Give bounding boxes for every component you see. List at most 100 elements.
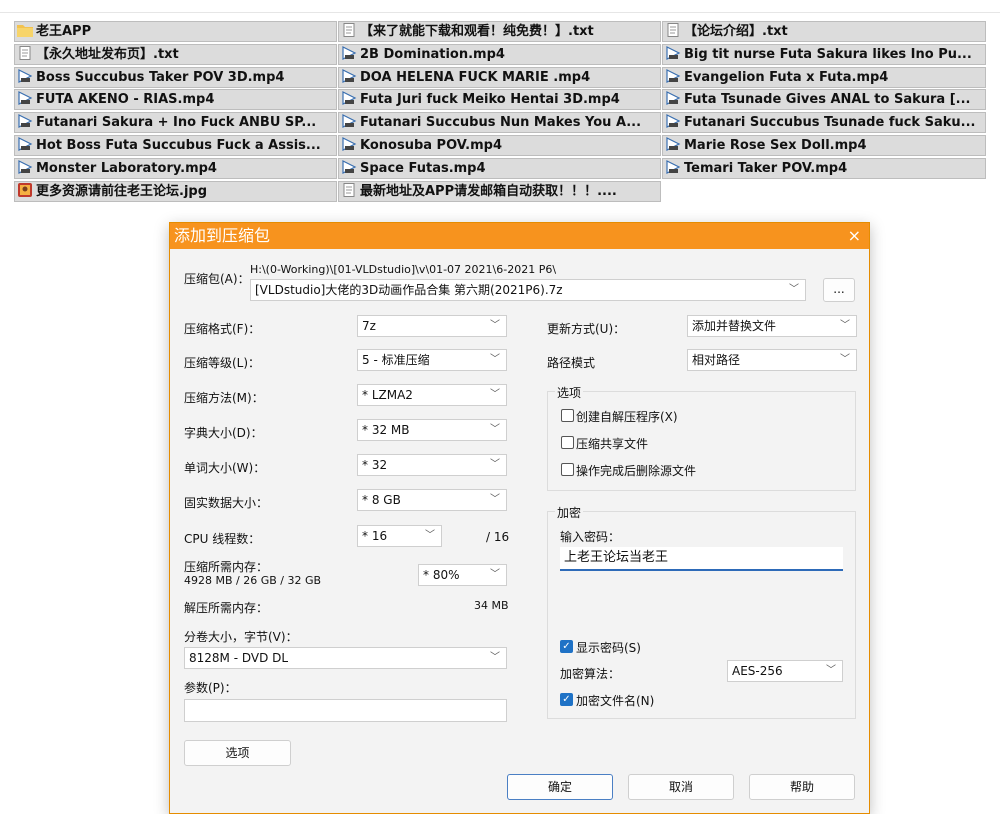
chevron-down-icon: ﹀ bbox=[840, 354, 850, 365]
close-icon[interactable]: × bbox=[848, 223, 861, 249]
video-file-icon bbox=[17, 159, 33, 174]
file-item[interactable]: FUTA AKENO - RIAS.mp4 bbox=[14, 89, 337, 111]
update-select[interactable]: 添加并替换文件 ﹀ bbox=[687, 315, 857, 337]
chevron-down-icon: ﹀ bbox=[490, 389, 500, 400]
file-item[interactable]: Hot Boss Futa Succubus Fuck a Assis... bbox=[14, 135, 337, 156]
file-name: Hot Boss Futa Succubus Fuck a Assis... bbox=[36, 138, 321, 153]
word-label: 单词大小(W)： bbox=[184, 461, 266, 475]
file-name: Futanari Succubus Nun Makes You A... bbox=[360, 115, 642, 131]
volume-select[interactable]: 8128M - DVD DL ﹀ bbox=[184, 647, 507, 669]
mem-decomp-label: 解压所需内存： bbox=[184, 601, 269, 615]
file-item[interactable]: DOA HELENA FUCK MARIE .mp4 bbox=[338, 66, 661, 88]
file-item[interactable]: Big tit nurse Futa Sakura likes Ino Pu..… bbox=[662, 43, 986, 65]
update-label: 更新方式(U)： bbox=[547, 322, 626, 336]
level-label: 压缩等级(L)： bbox=[184, 356, 261, 370]
file-item[interactable]: 【来了就能下载和观看！纯免费！】.txt bbox=[338, 21, 661, 42]
cancel-button[interactable]: 取消 bbox=[628, 774, 734, 800]
file-item[interactable]: Futanari Succubus Nun Makes You A... bbox=[338, 112, 661, 134]
encrypt-names-label: 加密文件名(N) bbox=[576, 694, 655, 708]
file-item[interactable]: 【永久地址发布页】.txt bbox=[14, 43, 337, 65]
cpu-select[interactable]: * 16 ﹀ bbox=[357, 525, 442, 547]
file-item[interactable]: 更多资源请前往老王论坛.jpg bbox=[14, 180, 337, 202]
volume-label: 分卷大小，字节(V)： bbox=[184, 630, 298, 644]
video-file-icon bbox=[341, 159, 357, 174]
file-name: 2B Domination.mp4 bbox=[360, 46, 505, 62]
browse-button[interactable]: ... bbox=[823, 278, 855, 302]
help-button[interactable]: 帮助 bbox=[749, 774, 855, 800]
options-button[interactable]: 选项 bbox=[184, 740, 291, 766]
archive-name: [VLDstudio]大佬的3D动画作品合集 第六期(2021P6).7z bbox=[255, 283, 563, 297]
file-item[interactable]: Evangelion Futa x Futa.mp4 bbox=[662, 66, 986, 88]
ok-button[interactable]: 确定 bbox=[507, 774, 613, 800]
chevron-down-icon: ﹀ bbox=[490, 424, 500, 435]
video-file-icon bbox=[341, 45, 357, 60]
text-file-icon bbox=[665, 23, 681, 37]
file-item[interactable]: 老王APP bbox=[14, 21, 337, 42]
word-value: * 32 bbox=[362, 458, 388, 472]
file-name: Futa Tsunade Gives ANAL to Sakura [... bbox=[684, 92, 971, 108]
file-item[interactable]: Temari Taker POV.mp4 bbox=[662, 157, 986, 179]
path-mode-select[interactable]: 相对路径 ﹀ bbox=[687, 349, 857, 371]
file-name: Futanari Sakura + Ino Fuck ANBU SP... bbox=[36, 115, 317, 131]
file-name: 最新地址及APP请发邮箱自动获取！！！.... bbox=[360, 183, 617, 199]
show-password-label: 显示密码(S) bbox=[576, 641, 641, 655]
password-input[interactable]: 上老王论坛当老王 bbox=[560, 547, 843, 571]
chevron-down-icon: ﹀ bbox=[789, 284, 799, 295]
file-item[interactable]: Space Futas.mp4 bbox=[338, 157, 661, 179]
mem-decomp-value: 34 MB bbox=[474, 599, 509, 612]
file-item[interactable]: Futanari Succubus Tsunade fuck Saku... bbox=[662, 112, 986, 134]
file-name: Futanari Succubus Tsunade fuck Saku... bbox=[684, 115, 976, 131]
video-file-icon bbox=[17, 91, 33, 106]
text-file-icon bbox=[341, 182, 357, 197]
password-label: 输入密码： bbox=[560, 530, 621, 544]
mem-percent-select[interactable]: * 80% ﹀ bbox=[418, 564, 507, 586]
chevron-down-icon: ﹀ bbox=[490, 569, 500, 580]
encrypt-names-checkbox[interactable]: ✓ bbox=[560, 693, 573, 706]
file-name: Boss Succubus Taker POV 3D.mp4 bbox=[36, 69, 285, 85]
mem-percent-value: * 80% bbox=[423, 568, 460, 582]
file-name: 【来了就能下载和观看！纯免费！】.txt bbox=[360, 24, 594, 39]
volume-value: 8128M - DVD DL bbox=[189, 651, 289, 665]
format-select[interactable]: 7z ﹀ bbox=[357, 315, 507, 337]
video-file-icon bbox=[665, 91, 681, 106]
chevron-down-icon: ﹀ bbox=[490, 494, 500, 505]
level-select[interactable]: 5 - 标准压缩 ﹀ bbox=[357, 349, 507, 371]
file-name: 老王APP bbox=[36, 24, 92, 39]
add-to-archive-dialog: 添加到压缩包 × 压缩包(A)： H:\(0-Working)\[01-VLDs… bbox=[169, 222, 870, 814]
cpu-value: * 16 bbox=[362, 529, 388, 543]
file-item[interactable]: 【论坛介绍】.txt bbox=[662, 21, 986, 42]
method-value: * LZMA2 bbox=[362, 388, 413, 402]
dict-select[interactable]: * 32 MB ﹀ bbox=[357, 419, 507, 441]
word-select[interactable]: * 32 ﹀ bbox=[357, 454, 507, 476]
update-value: 添加并替换文件 bbox=[692, 319, 777, 333]
params-input[interactable] bbox=[184, 699, 507, 722]
delete-source-checkbox[interactable] bbox=[561, 463, 574, 476]
level-value: 5 - 标准压缩 bbox=[362, 353, 430, 367]
method-select[interactable]: * LZMA2 ﹀ bbox=[357, 384, 507, 406]
file-item[interactable]: Futa Juri fuck Meiko Hentai 3D.mp4 bbox=[338, 89, 661, 111]
solid-select[interactable]: * 8 GB ﹀ bbox=[357, 489, 507, 511]
file-item[interactable]: Boss Succubus Taker POV 3D.mp4 bbox=[14, 66, 337, 88]
shared-checkbox[interactable] bbox=[561, 436, 574, 449]
show-password-checkbox[interactable]: ✓ bbox=[560, 640, 573, 653]
file-name: Konosuba POV.mp4 bbox=[360, 138, 503, 153]
sfx-checkbox[interactable] bbox=[561, 409, 574, 422]
file-item[interactable]: Futanari Sakura + Ino Fuck ANBU SP... bbox=[14, 112, 337, 134]
file-name: Evangelion Futa x Futa.mp4 bbox=[684, 69, 889, 85]
file-name: Space Futas.mp4 bbox=[360, 160, 486, 176]
file-item[interactable]: Konosuba POV.mp4 bbox=[338, 135, 661, 156]
options-group-title: 选项 bbox=[555, 384, 584, 401]
solid-label: 固实数据大小： bbox=[184, 496, 269, 510]
video-file-icon bbox=[341, 114, 357, 129]
archive-name-combo[interactable]: [VLDstudio]大佬的3D动画作品合集 第六期(2021P6).7z ﹀ bbox=[250, 279, 806, 301]
solid-value: * 8 GB bbox=[362, 493, 401, 507]
file-item[interactable]: 最新地址及APP请发邮箱自动获取！！！.... bbox=[338, 180, 661, 202]
encryption-method-select[interactable]: AES-256 ﹀ bbox=[727, 660, 843, 682]
video-file-icon bbox=[341, 91, 357, 106]
folder-icon bbox=[17, 23, 33, 37]
params-label: 参数(P)： bbox=[184, 681, 237, 695]
file-item[interactable]: Marie Rose Sex Doll.mp4 bbox=[662, 135, 986, 156]
file-item[interactable]: 2B Domination.mp4 bbox=[338, 43, 661, 65]
file-item[interactable]: Monster Laboratory.mp4 bbox=[14, 157, 337, 179]
file-item[interactable]: Futa Tsunade Gives ANAL to Sakura [... bbox=[662, 89, 986, 111]
